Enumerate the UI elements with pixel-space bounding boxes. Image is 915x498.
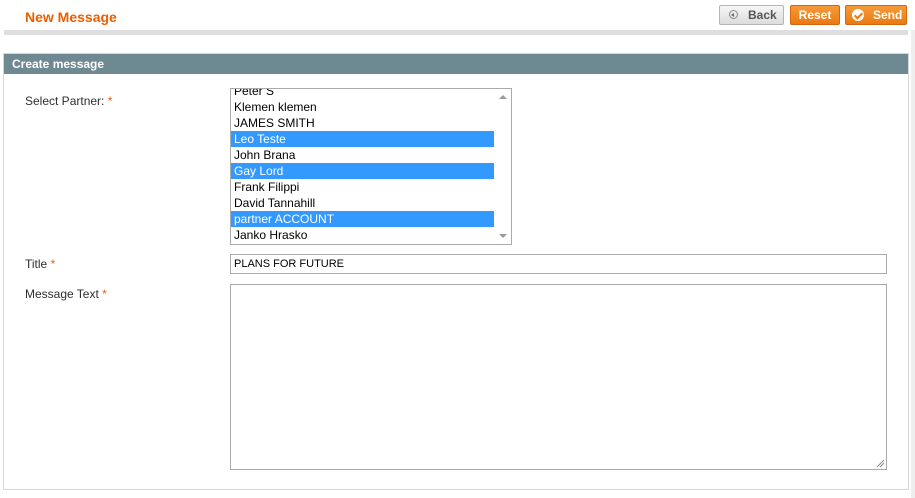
required-mark: * — [107, 94, 113, 108]
back-button-label: Back — [748, 8, 777, 22]
partner-option[interactable]: Janko Hrasko — [231, 227, 494, 243]
title-label-text: Title — [25, 257, 48, 271]
message-text-area[interactable] — [230, 284, 887, 470]
partner-options: Peter S Klemen klemen JAMES SMITH Leo Teste… — [231, 89, 494, 243]
send-button-label: Send — [873, 8, 903, 22]
triangle-up-icon[interactable] — [499, 95, 507, 99]
title-input[interactable] — [230, 254, 887, 274]
send-button[interactable]: Send — [845, 5, 907, 25]
back-button[interactable]: Back — [719, 5, 784, 25]
fieldset-legend: Create message — [4, 54, 908, 74]
header-divider — [4, 30, 908, 35]
triangle-down-icon[interactable] — [499, 234, 507, 238]
partner-option[interactable]: Leo Teste — [231, 131, 494, 147]
partner-option[interactable]: John Brana — [231, 147, 494, 163]
message-text-label-text: Message Text — [25, 287, 99, 301]
partner-select-scrollbar[interactable] — [494, 89, 511, 244]
page-scrollbar[interactable] — [911, 30, 915, 498]
title-label: Title * — [25, 257, 55, 271]
select-partner-label-text: Select Partner: — [25, 94, 105, 108]
partner-option[interactable]: Klemen klemen — [231, 99, 494, 115]
required-mark: * — [102, 287, 107, 301]
resize-grip-icon[interactable] — [876, 459, 885, 468]
partner-option[interactable]: Peter S — [231, 89, 494, 99]
page-header: New Message Back Reset Send — [0, 0, 915, 35]
arrow-left-circle-icon — [729, 10, 738, 19]
partner-option[interactable]: Gay Lord — [231, 163, 494, 179]
partner-option[interactable]: JAMES SMITH — [231, 115, 494, 131]
select-partner-label: Select Partner: * — [25, 94, 112, 108]
page-title: New Message — [25, 9, 117, 25]
new-message-page: New Message Back Reset Send Create messa… — [0, 0, 915, 498]
partner-option[interactable]: Frank Filippi — [231, 179, 494, 195]
required-mark: * — [50, 257, 56, 271]
partner-select[interactable]: Peter S Klemen klemen JAMES SMITH Leo Teste… — [230, 88, 512, 245]
partner-option[interactable]: David Tannahill — [231, 195, 494, 211]
partner-option[interactable]: partner ACCOUNT — [231, 211, 494, 227]
create-message-fieldset: Create message Select Partner: * Peter S… — [3, 53, 909, 490]
reset-button[interactable]: Reset — [790, 5, 840, 25]
checkmark-circle-icon — [852, 9, 864, 21]
message-text-label: Message Text * — [25, 287, 107, 301]
